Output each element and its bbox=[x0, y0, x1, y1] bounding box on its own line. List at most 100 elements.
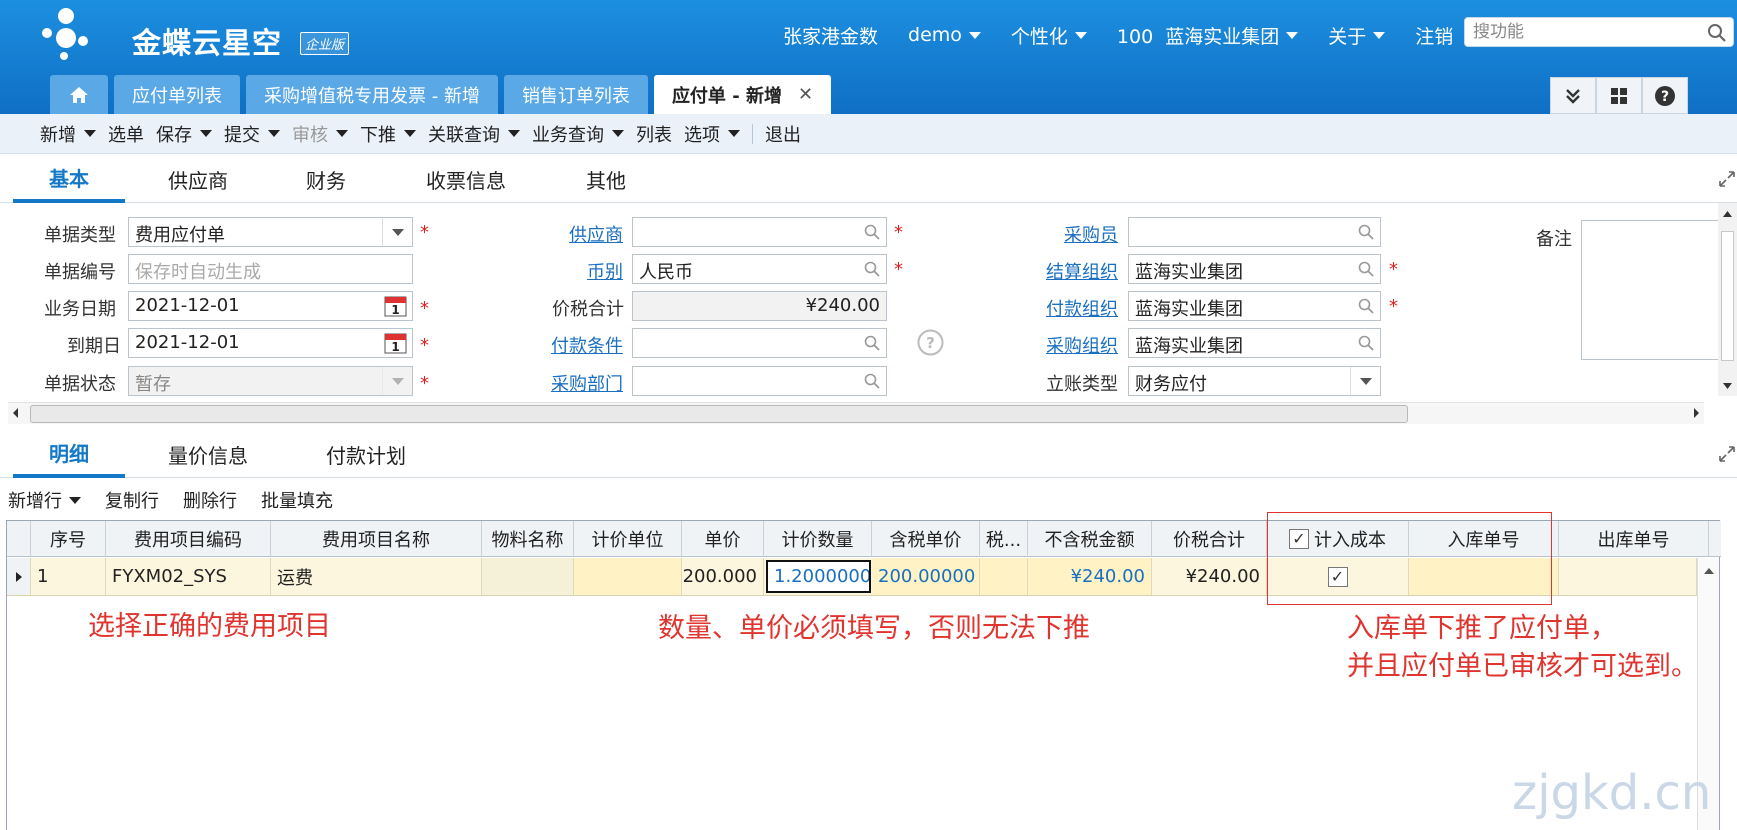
scroll-thumb[interactable] bbox=[1721, 231, 1734, 361]
save-button[interactable]: 保存 bbox=[156, 121, 212, 147]
calendar-icon[interactable]: 1 bbox=[383, 294, 408, 318]
nav-personalize[interactable]: 个性化 bbox=[1011, 22, 1087, 49]
search-icon[interactable] bbox=[1358, 224, 1374, 240]
buyer-link[interactable]: 采购员 bbox=[1064, 221, 1118, 247]
collapse-button[interactable] bbox=[1550, 77, 1596, 114]
new-button[interactable]: 新增 bbox=[40, 121, 96, 147]
nav-logout[interactable]: 注销 bbox=[1415, 22, 1453, 49]
buyer-field[interactable] bbox=[1128, 217, 1381, 247]
pay-terms-field[interactable] bbox=[632, 328, 887, 358]
close-icon[interactable]: ✕ bbox=[798, 84, 813, 105]
tab-other[interactable]: 其他 bbox=[551, 155, 661, 203]
tab-basic[interactable]: 基本 bbox=[13, 155, 125, 203]
options-button[interactable]: 选项 bbox=[684, 121, 740, 147]
supplier-field[interactable] bbox=[632, 217, 887, 247]
exit-button[interactable]: 退出 bbox=[765, 121, 801, 147]
tab-payable-list[interactable]: 应付单列表 bbox=[114, 75, 240, 114]
due-date-field[interactable]: 2021-12-01 1 bbox=[128, 328, 413, 358]
add-row-button[interactable]: 新增行 bbox=[8, 487, 81, 513]
related-query-button[interactable]: 关联查询 bbox=[428, 121, 520, 147]
search-icon[interactable] bbox=[1707, 23, 1727, 43]
purch-dept-link[interactable]: 采购部门 bbox=[551, 370, 623, 396]
settle-org-field[interactable]: 蓝海实业集团 bbox=[1128, 254, 1381, 284]
help-button[interactable]: ? bbox=[1642, 77, 1688, 114]
header-cell[interactable]: 费用项目编码 bbox=[106, 521, 271, 557]
header-cell[interactable]: 序号 bbox=[31, 521, 106, 557]
cell-expense-code[interactable]: FYXM02_SYS bbox=[106, 558, 271, 595]
tab-sales-order-list[interactable]: 销售订单列表 bbox=[503, 75, 648, 114]
biz-date-field[interactable]: 2021-12-01 1 bbox=[128, 291, 413, 321]
cell-unit[interactable] bbox=[574, 558, 682, 595]
tab-pay-plan[interactable]: 付款计划 bbox=[291, 430, 441, 478]
header-cell[interactable]: 费用项目名称 bbox=[271, 521, 482, 557]
tab-payable-new[interactable]: 应付单 - 新增 ✕ bbox=[653, 75, 832, 114]
nav-about[interactable]: 关于 bbox=[1328, 22, 1386, 49]
header-cell[interactable]: 出库单号 bbox=[1559, 521, 1709, 557]
tab-finance[interactable]: 财务 bbox=[271, 155, 381, 203]
nav-org[interactable]: 100 蓝海实业集团 bbox=[1117, 22, 1299, 49]
push-down-button[interactable]: 下推 bbox=[360, 121, 416, 147]
tab-invoice-info[interactable]: 收票信息 bbox=[381, 155, 551, 203]
cell-qty[interactable]: 1.2000000 bbox=[766, 560, 871, 593]
header-cell[interactable]: 含税单价 bbox=[872, 521, 980, 557]
cell-material[interactable] bbox=[482, 558, 574, 595]
cell-tax-rate[interactable] bbox=[980, 558, 1028, 595]
cell-amount-ex-tax[interactable]: ¥240.00 bbox=[1028, 558, 1152, 595]
audit-button[interactable]: 审核 bbox=[292, 121, 348, 147]
cell-outbound-no[interactable] bbox=[1559, 558, 1697, 595]
purch-org-link[interactable]: 采购组织 bbox=[1046, 332, 1118, 358]
search-icon[interactable] bbox=[1358, 261, 1374, 277]
pay-org-field[interactable]: 蓝海实业集团 bbox=[1128, 291, 1381, 321]
select-doc-button[interactable]: 选单 bbox=[108, 121, 144, 147]
header-cell[interactable]: 不含税金额 bbox=[1028, 521, 1152, 557]
currency-link[interactable]: 币别 bbox=[587, 258, 623, 284]
pay-terms-link[interactable]: 付款条件 bbox=[551, 332, 623, 358]
doc-no-field[interactable]: 保存时自动生成 bbox=[128, 254, 413, 284]
business-query-button[interactable]: 业务查询 bbox=[532, 121, 624, 147]
search-icon[interactable] bbox=[864, 335, 880, 351]
cell-tax-price[interactable]: 200.00000 bbox=[872, 558, 980, 595]
tab-detail[interactable]: 明细 bbox=[13, 430, 125, 478]
cell-price[interactable]: 200.000 bbox=[682, 558, 764, 595]
header-cell[interactable]: 单价 bbox=[682, 521, 764, 557]
header-cell[interactable]: 计价单位 bbox=[574, 521, 682, 557]
batch-fill-button[interactable]: 批量填充 bbox=[261, 487, 333, 513]
layout-button[interactable] bbox=[1596, 77, 1642, 114]
header-cell[interactable]: 价税合计 bbox=[1152, 521, 1267, 557]
remark-textarea[interactable] bbox=[1581, 220, 1721, 360]
settle-org-link[interactable]: 结算组织 bbox=[1046, 258, 1118, 284]
search-icon[interactable] bbox=[1358, 335, 1374, 351]
search-icon[interactable] bbox=[1358, 298, 1374, 314]
header-cell[interactable]: 税... bbox=[980, 521, 1028, 557]
copy-row-button[interactable]: 复制行 bbox=[105, 487, 159, 513]
help-icon[interactable]: ? bbox=[917, 329, 944, 356]
search-input[interactable] bbox=[1473, 21, 1693, 43]
list-button[interactable]: 列表 bbox=[636, 121, 672, 147]
nav-user[interactable]: demo bbox=[908, 24, 981, 46]
purch-dept-field[interactable] bbox=[632, 366, 887, 396]
search-icon[interactable] bbox=[864, 373, 880, 389]
delete-row-button[interactable]: 删除行 bbox=[183, 487, 237, 513]
tab-qty-price[interactable]: 量价信息 bbox=[125, 430, 291, 478]
tab-vat-invoice-new[interactable]: 采购增值税专用发票 - 新增 bbox=[246, 75, 498, 114]
submit-button[interactable]: 提交 bbox=[224, 121, 280, 147]
scroll-thumb[interactable] bbox=[30, 405, 1408, 423]
supplier-link[interactable]: 供应商 bbox=[569, 221, 623, 247]
tab-home[interactable] bbox=[50, 75, 108, 114]
currency-field[interactable]: 人民币 bbox=[632, 254, 887, 284]
pay-org-link[interactable]: 付款组织 bbox=[1046, 295, 1118, 321]
cell-expense-name[interactable]: 运费 bbox=[271, 558, 482, 595]
calendar-icon[interactable]: 1 bbox=[383, 331, 408, 355]
nav-company[interactable]: 张家港金数 bbox=[783, 22, 878, 49]
account-type-select[interactable]: 财务应付 bbox=[1128, 366, 1381, 396]
expand-icon[interactable] bbox=[1719, 171, 1735, 187]
purch-org-field[interactable]: 蓝海实业集团 bbox=[1128, 328, 1381, 358]
search-icon[interactable] bbox=[864, 224, 880, 240]
expand-icon[interactable] bbox=[1719, 446, 1735, 462]
form-horizontal-scrollbar[interactable] bbox=[8, 402, 1704, 424]
tab-supplier[interactable]: 供应商 bbox=[125, 155, 271, 203]
header-cell[interactable]: 物料名称 bbox=[482, 521, 574, 557]
header-cell[interactable]: 计价数量 bbox=[764, 521, 872, 557]
doc-type-select[interactable]: 费用应付单 bbox=[128, 217, 413, 247]
form-vertical-scrollbar[interactable] bbox=[1718, 203, 1737, 396]
